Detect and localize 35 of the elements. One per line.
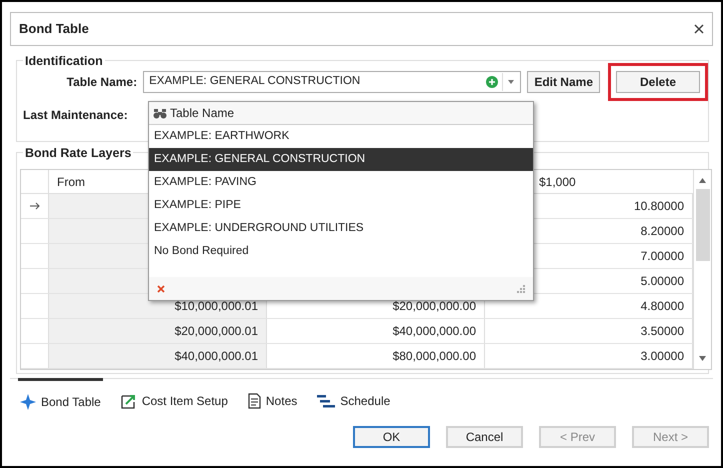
clear-icon[interactable] — [157, 284, 165, 292]
caret-icon — [508, 80, 514, 84]
window-title: Bond Table — [19, 20, 89, 38]
scroll-down-icon[interactable] — [699, 356, 706, 361]
scrollbar[interactable] — [693, 170, 711, 369]
dropdown-item[interactable]: EXAMPLE: GENERAL CONSTRUCTION — [149, 148, 533, 171]
dialog-button[interactable]: OK — [353, 426, 430, 448]
dropdown-item[interactable]: EXAMPLE: EARTHWORK — [149, 125, 533, 148]
bottom-tab[interactable]: Schedule — [315, 378, 392, 422]
binoculars-icon — [153, 108, 167, 118]
bottom-tab[interactable]: Notes — [246, 378, 300, 422]
edit-arrow-icon — [120, 392, 137, 408]
document-icon — [248, 392, 261, 408]
field-label: Table Name: — [66, 74, 138, 91]
close-icon[interactable] — [694, 24, 704, 34]
dropdown-item[interactable]: EXAMPLE: PAVING — [149, 171, 533, 194]
field-label: Last Maintenance: — [22, 108, 128, 122]
dropdown-item[interactable]: EXAMPLE: UNDERGROUND UTILITIES — [149, 217, 533, 240]
table-action-button[interactable]: Delete — [616, 71, 700, 93]
resize-grip-icon[interactable] — [516, 284, 525, 293]
bottom-tab[interactable]: Cost Item Setup — [118, 378, 230, 422]
table-cell: $40,000,000.01 — [49, 344, 267, 368]
sparkle-icon — [20, 394, 36, 410]
table-action-button[interactable]: Edit Name — [527, 71, 600, 93]
dropdown-item[interactable]: EXAMPLE: PIPE — [149, 194, 533, 217]
table-cell: $20,000,000.01 — [49, 319, 267, 343]
dropdown-item[interactable]: No Bond Required — [149, 240, 533, 263]
scroll-up-icon[interactable] — [699, 178, 706, 183]
scrollbar-thumb[interactable] — [696, 189, 710, 261]
table-name-combo[interactable]: EXAMPLE: GENERAL CONSTRUCTION — [143, 71, 522, 93]
bottom-tab[interactable]: Bond Table — [18, 378, 103, 422]
dialog-button[interactable]: Cancel — [446, 426, 523, 448]
list-header[interactable]: Table Name — [149, 102, 533, 125]
add-icon[interactable] — [486, 76, 498, 88]
schedule-bars-icon — [317, 394, 336, 408]
